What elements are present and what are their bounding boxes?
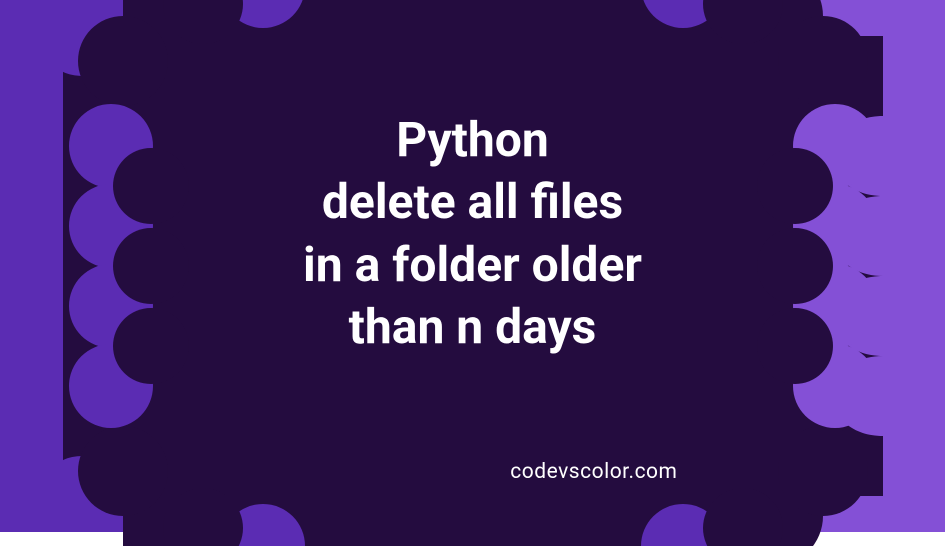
title-line-1: Python: [396, 111, 549, 168]
banner-title: Python delete all files in a folder olde…: [173, 109, 773, 359]
banner-container: Python delete all files in a folder olde…: [0, 0, 945, 532]
title-line-3: in a folder older: [303, 236, 642, 293]
footer-credit: codevscolor.com: [510, 460, 677, 484]
title-line-4: than n days: [349, 298, 597, 355]
title-line-2: delete all files: [322, 174, 623, 231]
